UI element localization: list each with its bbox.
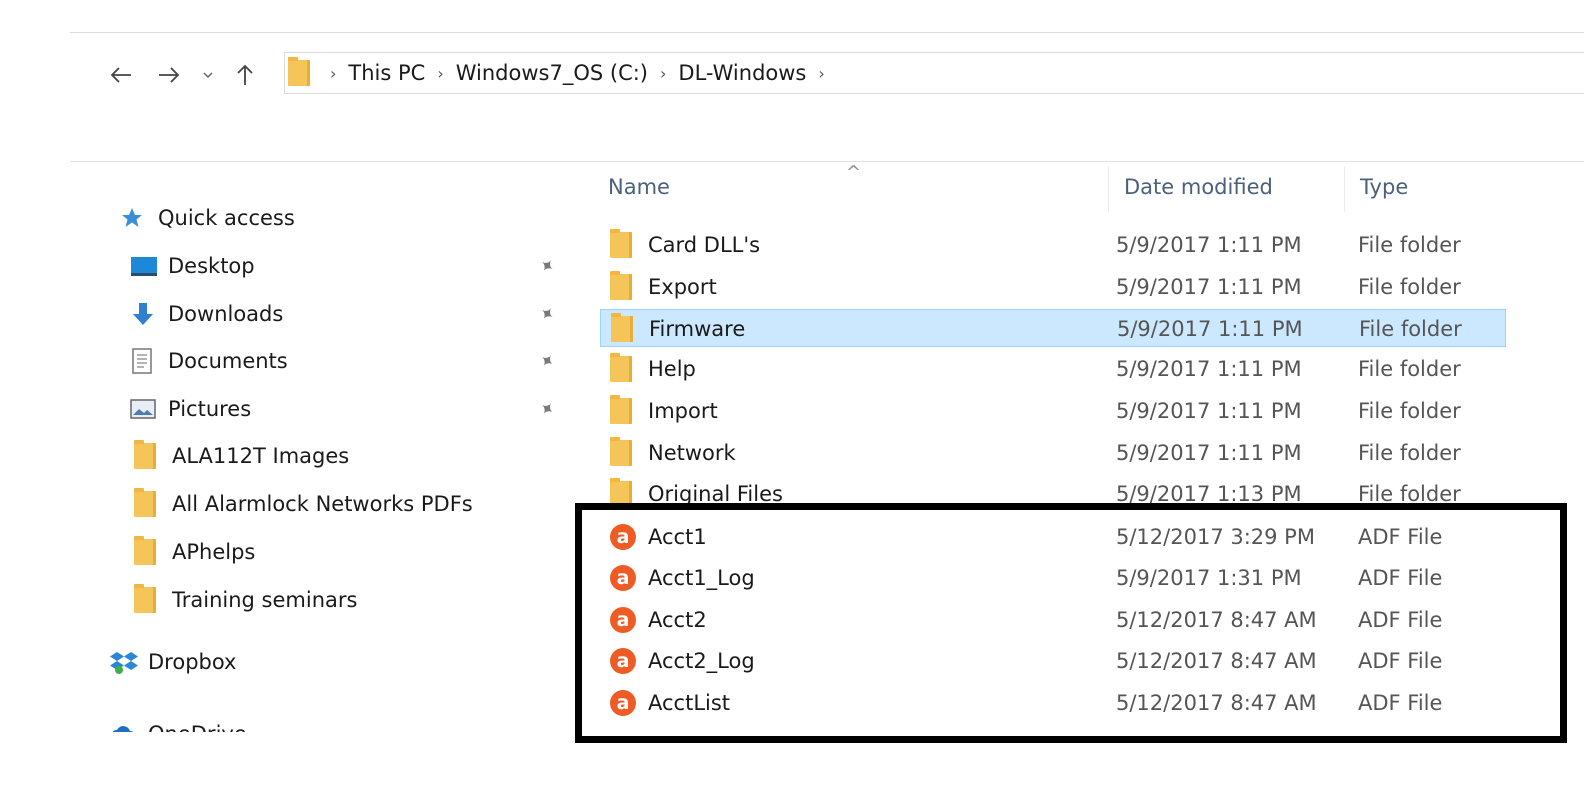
- breadcrumb-this-pc[interactable]: This PC: [348, 61, 425, 85]
- up-button[interactable]: [228, 55, 262, 95]
- sidebar-item-label: Documents: [168, 349, 288, 373]
- pin-icon[interactable]: ✦: [532, 346, 563, 377]
- sidebar-item-label: All Alarmlock Networks PDFs: [172, 492, 473, 516]
- file-name: Help: [648, 357, 696, 381]
- breadcrumb-separator: ›: [818, 63, 825, 83]
- documents-icon: [130, 348, 160, 374]
- pin-icon[interactable]: ✦: [532, 394, 563, 425]
- arrow-up-icon: [237, 64, 253, 85]
- sidebar-item-label: OneDrive: [148, 722, 247, 732]
- file-date: 5/9/2017 1:11 PM: [1116, 275, 1302, 299]
- onedrive-icon: [110, 721, 140, 732]
- folder-icon: [610, 437, 638, 466]
- file-type: File folder: [1358, 275, 1461, 299]
- sidebar-item-downloads[interactable]: Downloads: [130, 294, 283, 334]
- file-date: 5/9/2017 1:11 PM: [1116, 399, 1302, 423]
- address-folder-icon: [288, 57, 310, 91]
- star-icon: [120, 205, 150, 231]
- sidebar-item-aphelps[interactable]: APhelps: [134, 532, 255, 572]
- file-row-card-dlls[interactable]: Card DLL's 5/9/2017 1:11 PM File folder: [600, 226, 1506, 264]
- folder-icon: [134, 488, 164, 517]
- forward-button[interactable]: [152, 55, 186, 95]
- sidebar-item-training-seminars[interactable]: Training seminars: [134, 580, 357, 620]
- top-divider: [70, 32, 1584, 33]
- folder-icon: [134, 440, 164, 469]
- sort-ascending-icon: ^: [846, 162, 862, 183]
- sidebar-item-quick-access[interactable]: Quick access: [120, 198, 295, 238]
- file-name: Import: [648, 399, 718, 423]
- back-button[interactable]: [104, 55, 138, 95]
- file-type: File folder: [1358, 357, 1461, 381]
- sidebar-item-onedrive[interactable]: OneDrive: [110, 714, 247, 732]
- sidebar-item-label: APhelps: [172, 540, 256, 564]
- sidebar-item-label: Downloads: [168, 302, 284, 326]
- breadcrumb-separator: ›: [660, 63, 667, 83]
- sidebar-item-label: Quick access: [158, 206, 295, 230]
- sidebar-item-pictures[interactable]: Pictures: [130, 389, 251, 429]
- sidebar-item-dropbox[interactable]: Dropbox: [110, 642, 236, 682]
- column-separator[interactable]: [1108, 166, 1109, 212]
- sidebar-item-label: Training seminars: [172, 588, 358, 612]
- column-separator[interactable]: [1344, 166, 1345, 212]
- pin-icon[interactable]: ✦: [532, 299, 563, 330]
- sidebar-item-label: Dropbox: [148, 650, 237, 674]
- arrow-left-icon: [110, 67, 131, 83]
- breadcrumb-dl-windows[interactable]: DL-Windows: [678, 61, 806, 85]
- file-type: File folder: [1358, 233, 1461, 257]
- file-date: 5/9/2017 1:11 PM: [1116, 441, 1302, 465]
- file-name: Firmware: [649, 317, 746, 341]
- file-name: Export: [648, 275, 717, 299]
- folder-icon: [610, 271, 638, 300]
- arrow-right-icon: [159, 67, 180, 83]
- file-row-export[interactable]: Export 5/9/2017 1:11 PM File folder: [600, 268, 1506, 306]
- breadcrumb-separator: ›: [437, 63, 444, 83]
- folder-icon: [611, 313, 639, 342]
- dropbox-icon: [110, 649, 140, 675]
- column-header-type[interactable]: Type: [1360, 166, 1408, 208]
- desktop-icon: [130, 253, 160, 279]
- file-type: File folder: [1358, 399, 1461, 423]
- pin-icon[interactable]: ✦: [532, 251, 563, 282]
- breadcrumb-drive[interactable]: Windows7_OS (C:): [456, 61, 648, 85]
- file-name: Network: [648, 441, 736, 465]
- file-row-network[interactable]: Network 5/9/2017 1:11 PM File folder: [600, 434, 1506, 472]
- file-date: 5/9/2017 1:11 PM: [1116, 233, 1302, 257]
- sidebar-item-label: ALA112T Images: [172, 444, 350, 468]
- file-date: 5/9/2017 1:11 PM: [1116, 357, 1302, 381]
- file-type: File folder: [1359, 317, 1462, 341]
- file-row-firmware[interactable]: Firmware 5/9/2017 1:11 PM File folder: [600, 309, 1506, 347]
- file-date: 5/9/2017 1:11 PM: [1117, 317, 1303, 341]
- file-row-import[interactable]: Import 5/9/2017 1:11 PM File folder: [600, 392, 1506, 430]
- folder-icon: [610, 229, 638, 258]
- folder-icon: [610, 353, 638, 382]
- download-icon: [130, 301, 160, 327]
- recent-locations-button[interactable]: [196, 55, 220, 95]
- file-type: File folder: [1358, 441, 1461, 465]
- breadcrumb: › This PC › Windows7_OS (C:) › DL-Window…: [318, 52, 837, 94]
- folder-icon: [610, 395, 638, 424]
- pictures-icon: [130, 396, 160, 422]
- highlight-box: [575, 503, 1567, 743]
- column-header-name[interactable]: Name: [608, 166, 670, 208]
- chevron-down-icon: [203, 72, 213, 79]
- sidebar-item-ala112t-images[interactable]: ALA112T Images: [134, 436, 349, 476]
- sidebar-item-label: Desktop: [168, 254, 255, 278]
- pane-divider: [70, 161, 1584, 162]
- file-name: Card DLL's: [648, 233, 761, 257]
- sidebar-item-desktop[interactable]: Desktop: [130, 246, 255, 286]
- file-row-help[interactable]: Help 5/9/2017 1:11 PM File folder: [600, 350, 1506, 388]
- sidebar-item-documents[interactable]: Documents: [130, 341, 288, 381]
- column-header-date-modified[interactable]: Date modified: [1124, 166, 1273, 208]
- folder-icon: [134, 536, 164, 565]
- sidebar-item-label: Pictures: [168, 397, 252, 421]
- folder-icon: [134, 584, 164, 613]
- sidebar-clip: OneDrive: [0, 712, 575, 732]
- breadcrumb-separator: ›: [330, 63, 337, 83]
- sidebar-item-alarmlock-pdfs[interactable]: All Alarmlock Networks PDFs: [134, 484, 473, 524]
